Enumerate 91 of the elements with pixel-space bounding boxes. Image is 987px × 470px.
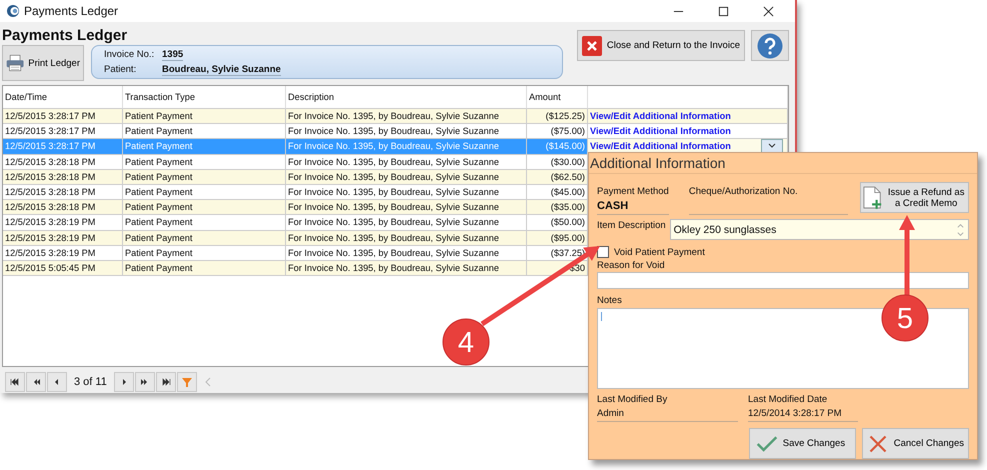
close-icon — [582, 36, 602, 56]
first-page-icon[interactable] — [5, 372, 25, 392]
table-cell: Patient Payment — [125, 186, 192, 197]
invoice-number: 1395 — [162, 48, 184, 60]
table-cell: For Invoice No. 1395, by Boudreau, Sylvie Suzanne — [288, 232, 499, 242]
table-cell: For Invoice No. 1395, by Boudreau, Sylvie Suzanne — [288, 172, 499, 182]
popup-title: Additional Information — [589, 153, 977, 174]
close-button[interactable]: Close and Return to the Invoice — [576, 30, 745, 61]
table-cell: ($37.25) — [550, 248, 585, 258]
table-cell: ($50.00) — [550, 217, 585, 228]
notes-field[interactable] — [597, 308, 969, 389]
reason-field[interactable] — [597, 272, 969, 289]
table-cell: 12/5/2015 3:28:17 PM — [5, 141, 96, 152]
field-label: Patient: — [104, 64, 138, 76]
table-row[interactable]: 12/5/2015 3:28:17 PM Patient Payment For Invoice No. 1395, by Boudreau, Sylvie Suzanne ($145.00) View/Edit Additional Information — [3, 139, 788, 155]
dropdown-icon[interactable] — [761, 139, 783, 154]
close-icon[interactable] — [763, 6, 774, 16]
table-cell: For Invoice No. 1395, by Boudreau, Sylvie Suzanne — [288, 126, 499, 136]
table-cell: ($30.00) — [550, 156, 585, 167]
new-document-icon — [863, 186, 884, 210]
field-label: Item Description — [597, 220, 666, 231]
table-cell: ($95.00) — [550, 232, 585, 242]
table-cell: Patient Payment — [125, 262, 192, 273]
checkbox[interactable] — [597, 246, 609, 258]
table-cell: Patient Payment — [125, 172, 192, 182]
field-label: Last Modified Date — [748, 394, 828, 405]
app-icon — [6, 4, 20, 18]
table-cell: 12/5/2015 3:28:18 PM — [5, 186, 96, 197]
callout-badge: 5 — [882, 294, 928, 342]
save-button[interactable]: Save Changes — [748, 428, 856, 459]
table-row[interactable]: 12/5/2015 3:28:17 PM Patient Payment For Invoice No. 1395, by Boudreau, Sylvie Suzanne ($125.25) View/Edit Additional Information — [3, 109, 788, 124]
last-page-icon[interactable] — [156, 372, 176, 392]
table-cell: For Invoice No. 1395, by Boudreau, Sylvie Suzanne — [288, 186, 499, 197]
table-cell: ($45.00) — [550, 186, 585, 197]
item-description-field[interactable]: Okley 250 sunglasses — [670, 219, 969, 240]
table-cell: 12/5/2015 3:28:19 PM — [5, 232, 96, 242]
table-cell: Patient Payment — [125, 156, 192, 167]
table-cell: 12/5/2015 3:28:18 PM — [5, 156, 96, 167]
table-cell: Patient Payment — [125, 248, 192, 258]
table-cell: For Invoice No. 1395, by Boudreau, Sylvie Suzanne — [288, 141, 499, 152]
table-cell: For Invoice No. 1395, by Boudreau, Sylvie Suzanne — [288, 217, 499, 228]
table-cell: Patient Payment — [125, 232, 192, 242]
payment-method: CASH — [597, 200, 630, 212]
cross-icon — [866, 434, 889, 452]
field-label: Payment Method — [597, 186, 669, 197]
table-cell: Patient Payment — [125, 126, 192, 136]
table-cell: 12/5/2015 3:28:17 PM — [5, 111, 96, 121]
rewind-icon[interactable] — [26, 372, 46, 392]
table-cell: Patient Payment — [125, 217, 192, 228]
modified-date: 12/5/2014 3:28:17 PM — [748, 408, 842, 419]
table-cell: For Invoice No. 1395, by Boudreau, Sylvie Suzanne — [288, 202, 499, 212]
table-cell: 12/5/2015 3:28:18 PM — [5, 172, 96, 182]
table-cell: 12/5/2015 3:28:18 PM — [5, 202, 96, 212]
help-button[interactable] — [751, 30, 789, 61]
page-title: Payments Ledger — [2, 27, 128, 44]
cancel-button[interactable]: Cancel Changes — [862, 428, 969, 459]
table-cell: Patient Payment — [125, 141, 192, 152]
table-cell: 12/5/2015 3:28:17 PM — [5, 126, 96, 136]
table-cell: ($75.00) — [550, 126, 585, 136]
page-position: 3 of 11 — [73, 376, 108, 388]
modified-by: Admin — [597, 408, 625, 419]
table-cell: ($35.00) — [550, 202, 585, 212]
field-label: Cheque/Authorization No. — [688, 186, 799, 197]
field-label: Invoice No.: — [104, 48, 156, 60]
maximize-icon[interactable] — [718, 6, 729, 16]
callout-badge: 4 — [442, 318, 490, 366]
field-label: Reason for Void — [597, 260, 666, 271]
table-cell: For Invoice No. 1395, by Boudreau, Sylvie Suzanne — [288, 262, 499, 273]
table-cell: 12/5/2015 5:05:45 PM — [5, 262, 96, 273]
check-icon — [756, 434, 778, 452]
refund-button[interactable]: Issue a Refund as a Credit Memo — [860, 182, 969, 213]
info-link[interactable]: View/Edit Additional Information — [590, 124, 731, 138]
table-cell: For Invoice No. 1395, by Boudreau, Sylvie Suzanne — [288, 248, 499, 258]
fast-forward-icon[interactable] — [134, 372, 155, 392]
table-cell: 12/5/2015 3:28:19 PM — [5, 217, 96, 228]
table-cell: Patient Payment — [125, 111, 192, 121]
table-cell: For Invoice No. 1395, by Boudreau, Sylvie Suzanne — [288, 156, 499, 167]
info-link[interactable]: View/Edit Additional Information — [590, 109, 731, 124]
checkbox-label[interactable]: Void Patient Payment — [614, 246, 705, 258]
table-cell: Patient Payment — [125, 202, 192, 212]
table-cell: ($145.00) — [546, 141, 585, 152]
field-label: Last Modified By — [597, 394, 668, 405]
table-cell: For Invoice No. 1395, by Boudreau, Sylvie Suzanne — [288, 111, 499, 121]
print-button[interactable]: Print Ledger — [2, 45, 84, 81]
patient-name: Boudreau, Sylvie Suzanne — [162, 64, 281, 76]
field-label: Notes — [597, 294, 623, 306]
table-cell: ($62.50) — [550, 172, 585, 182]
table-cell: ($125.25) — [546, 111, 585, 121]
help-icon — [757, 32, 783, 58]
table-cell: 12/5/2015 3:28:19 PM — [5, 248, 96, 258]
window-title: Payments Ledger — [24, 4, 118, 18]
